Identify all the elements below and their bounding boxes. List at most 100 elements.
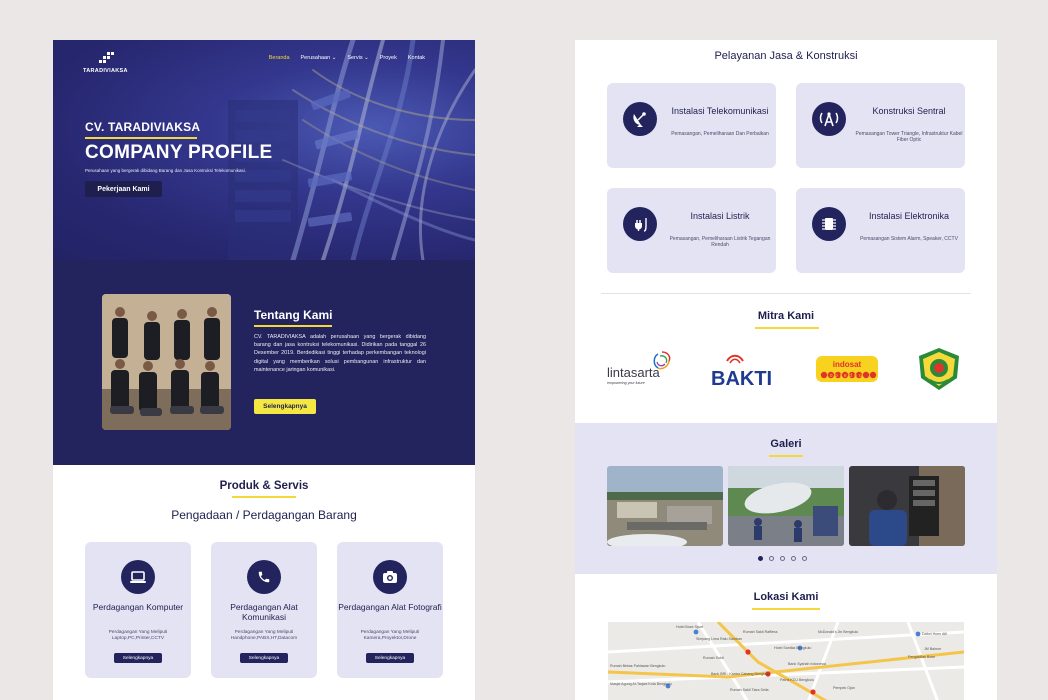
galeri-underline <box>769 455 803 457</box>
service-card-elektronika[interactable]: Instalasi Elektronika Pemasangan Sistem … <box>796 188 965 273</box>
satellite-dish-icon <box>623 102 657 136</box>
map-label: Rumah Sakit Raffless <box>743 630 778 634</box>
map-label: Rumah Sakit Tiara Sella <box>730 688 769 692</box>
service-title: Instalasi Elektronika <box>868 211 950 221</box>
location-map[interactable]: Hotel Bose Sport Rumah Sakit Raffless Mc… <box>608 622 964 700</box>
map-label: Masjid Agung At-Taqwa Kota Bengkulu <box>610 682 672 686</box>
hero-title: COMPANY PROFILE <box>85 142 273 163</box>
service-desc: Pemasangan Sistem Alarm, Speaker, CCTV <box>860 236 958 242</box>
service-card-listrik[interactable]: Instalasi Listrik Pemasangan, Pemelihara… <box>607 188 776 273</box>
map-label: Rumah Bekas Pahlawan Bengkulu <box>610 664 666 668</box>
product-card-komputer: Perdagangan Komputer Perdagangan Yang Me… <box>85 542 191 678</box>
ooredoo-wordmark: ooredoo <box>830 373 864 379</box>
nav-item-proyek[interactable]: Proyek <box>380 55 397 61</box>
map-label: McDonald's Jln Bengkulu <box>818 630 859 634</box>
map-label: Pempek Ojan <box>833 686 855 690</box>
nav-item-servis[interactable]: Servis ⌄ <box>347 55 368 61</box>
product-title: Perdagangan Alat Komunikasi <box>230 602 298 622</box>
antenna-icon <box>812 102 846 136</box>
map-label: Rumah Sukit <box>703 656 724 660</box>
about-underline <box>254 325 332 327</box>
phone-icon <box>247 560 281 594</box>
map-label: Bank BRI - Kantor Cabang Bengkulu <box>711 672 770 676</box>
plug-icon <box>623 207 657 241</box>
produk-underline <box>232 496 296 498</box>
product-desc: Perdagangan Yang Meliputi Laptop,PC,Prin… <box>108 630 168 641</box>
team-photo-image <box>102 294 231 430</box>
service-card-konstruksi[interactable]: Konstruksi Sentral Pemasangan Tower Tria… <box>796 83 965 168</box>
chip-icon <box>812 207 846 241</box>
map-label: JM Balmor <box>924 647 942 651</box>
partner-government-seal-logo[interactable] <box>911 347 967 391</box>
lintasarta-wordmark: lintasarta <box>607 365 661 380</box>
laptop-icon <box>121 560 155 594</box>
nav-item-beranda[interactable]: Beranda <box>269 55 290 61</box>
hero-description: Perusahaan yang bergerak dibidang Barang… <box>85 168 247 173</box>
service-desc: Pemasangan Tower Triangle, Infrastruktur… <box>855 131 963 143</box>
product-title: Perdagangan Alat Fotografi <box>338 602 442 612</box>
gallery-dot-2[interactable] <box>769 556 774 561</box>
team-photo <box>102 294 231 430</box>
gallery-dot-3[interactable] <box>780 556 785 561</box>
nav-item-kontak[interactable]: Kontak <box>408 55 425 61</box>
product-desc: Perdagangan Yang Meliputi Kamera,Proyekt… <box>360 630 420 641</box>
produk-title: Produk & Servis <box>219 480 309 492</box>
partner-bakti-logo[interactable]: BAKTI <box>705 347 777 391</box>
product-desc: Perdagangan Yang Meliputi Handphone,PABX… <box>230 630 298 641</box>
gallery-image-2[interactable] <box>728 466 844 546</box>
nav-item-perusahaan[interactable]: Perusahaan ⌄ <box>301 55 337 61</box>
map-label: Hotel Bose Sport <box>676 625 704 629</box>
hero-subtitle: CV. TARADIVIAKSA <box>85 120 201 134</box>
map-label: Dafori Huen Alfi <box>922 632 947 636</box>
gallery-dot-5[interactable] <box>802 556 807 561</box>
service-title: Konstruksi Sentral <box>872 106 946 116</box>
hero-underline <box>85 137 197 139</box>
map-label: Simpang Lima Ratu Samban <box>696 637 742 641</box>
service-title: Instalasi Telekomunikasi <box>671 106 769 116</box>
partner-indosat-logo[interactable]: indosat ooredoo <box>811 347 883 391</box>
product-card-fotografi: Perdagangan Alat Fotografi Perdagangan Y… <box>337 542 443 678</box>
product-card-komunikasi: Perdagangan Alat Komunikasi Perdagangan … <box>211 542 317 678</box>
hero-section: TARADIVIAKSA Beranda Perusahaan ⌄ Servis… <box>53 40 475 260</box>
partner-lintasarta-logo[interactable]: lintasarta empowering your future <box>605 347 677 391</box>
landing-page-left: TARADIVIAKSA Beranda Perusahaan ⌄ Servis… <box>53 40 475 700</box>
galeri-title: Galeri <box>770 438 802 450</box>
product-more-button[interactable]: Selengkapnya <box>240 653 288 663</box>
map-label: Patria KCU Bengkulu <box>780 678 814 682</box>
pelayanan-title: Pelayanan Jasa & Konstruksi <box>714 50 858 62</box>
product-more-button[interactable]: Selengkapnya <box>366 653 414 663</box>
about-section: Tentang Kami CV. TARADIVIAKSA adalah per… <box>53 260 475 465</box>
gallery-image-3[interactable] <box>849 466 965 546</box>
hero-text: CV. TARADIVIAKSA COMPANY PROFILE Perusah… <box>85 120 272 173</box>
pekerjaan-kami-button[interactable]: Pekerjaan Kami <box>85 181 162 197</box>
mitra-underline <box>755 327 819 329</box>
gallery-image-1[interactable] <box>607 466 723 546</box>
section-divider <box>601 293 971 294</box>
map-label: Pengadilan Bose <box>908 655 936 659</box>
landing-page-right: Pelayanan Jasa & Konstruksi Instalasi Te… <box>575 40 997 700</box>
bakti-wordmark: BAKTI <box>711 368 772 389</box>
about-text: CV. TARADIVIAKSA adalah perusahaan yang … <box>254 334 426 373</box>
product-title: Perdagangan Komputer <box>92 602 184 612</box>
lokasi-title: Lokasi Kami <box>753 591 819 603</box>
gallery-pagination <box>758 556 807 561</box>
service-desc: Pemasangan, Pemeliharaan Listrik Teganga… <box>669 236 771 248</box>
mitra-title: Mitra Kami <box>757 310 815 322</box>
map-label: Hotel Santika Bengkulu <box>774 646 812 650</box>
gallery-dot-4[interactable] <box>791 556 796 561</box>
product-more-button[interactable]: Selengkapnya <box>114 653 162 663</box>
service-title: Instalasi Listrik <box>690 211 750 221</box>
about-title: Tentang Kami <box>254 308 333 322</box>
logo-mark-icon <box>99 52 114 63</box>
nav-menu: Beranda Perusahaan ⌄ Servis ⌄ Proyek Kon… <box>269 55 425 61</box>
service-desc: Pemasangan, Pemeliharaan Dan Perbaikan <box>671 131 769 137</box>
gallery-dot-1[interactable] <box>758 556 763 561</box>
lintasarta-tagline: empowering your future <box>607 381 645 385</box>
about-more-button[interactable]: Selengkapnya <box>254 399 316 414</box>
service-card-telekomunikasi[interactable]: Instalasi Telekomunikasi Pemasangan, Pem… <box>607 83 776 168</box>
galeri-section: Galeri <box>575 423 997 574</box>
map-roads <box>608 622 964 700</box>
produk-subtitle: Pengadaan / Perdagangan Barang <box>171 508 357 522</box>
lokasi-underline <box>752 608 820 610</box>
brand-name: TARADIVIAKSA <box>83 68 128 74</box>
